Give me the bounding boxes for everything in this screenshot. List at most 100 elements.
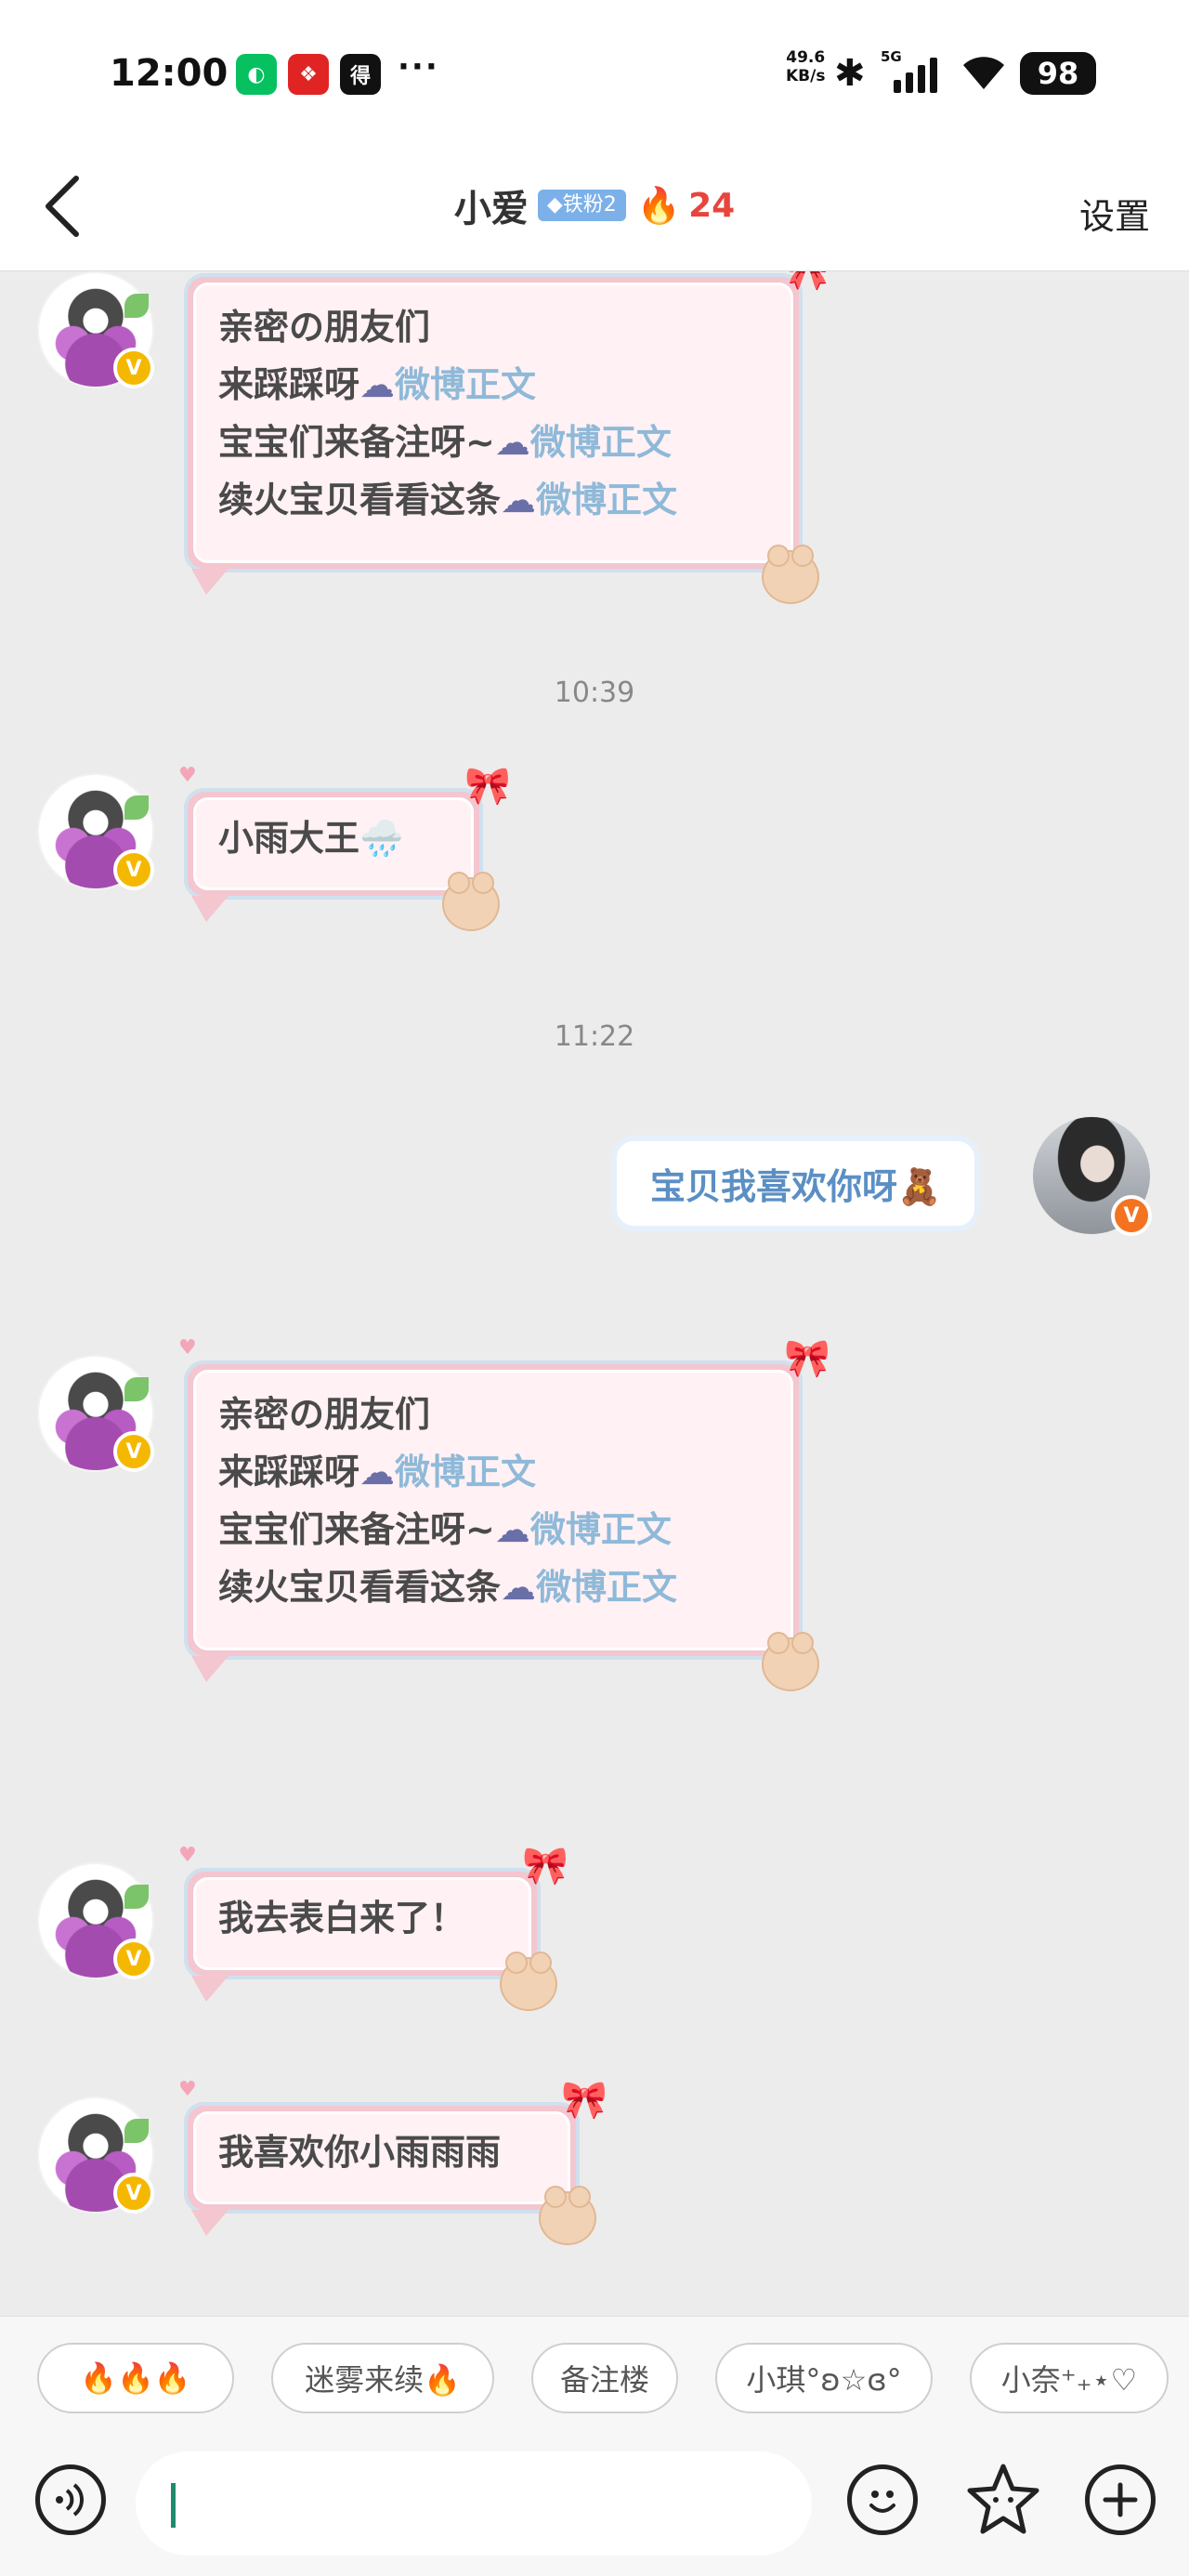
message-text: 来踩踩呀 <box>218 364 360 405</box>
cloud-icon: ☁ <box>494 1509 530 1550</box>
message-bubble[interactable]: 小雨大王🌧️ ♥ 🎀 <box>178 764 511 931</box>
verified-badge: V <box>113 348 154 388</box>
message-bubble[interactable]: 我去表白来了！ ♥ 🎀 <box>178 1844 568 2011</box>
chat-message-list[interactable]: V 亲密の朋友们 来踩踩呀☁微博正文 宝宝们来备注呀~☁微博正文 续火宝贝看看这… <box>0 271 1189 2316</box>
bear-decoration <box>762 545 819 604</box>
text-caret <box>171 2483 176 2528</box>
weibo-post-link[interactable]: 微博正文 <box>536 1567 677 1608</box>
message-bubble[interactable]: 亲密の朋友们 来踩踩呀☁微博正文 宝宝们来备注呀~☁微博正文 续火宝贝看看这条☁… <box>178 1336 830 1691</box>
message-line: 来踩踩呀☁微博正文 <box>218 1443 768 1501</box>
weibo-post-link[interactable]: 微博正文 <box>395 1452 536 1492</box>
signal-icon <box>894 56 937 93</box>
contact-name: 小爱 <box>453 188 529 230</box>
wechat-icon: ◐ <box>236 54 277 95</box>
message-line: 宝贝我喜欢你呀🧸 <box>650 1158 941 1209</box>
bear-decoration <box>442 872 500 931</box>
message-input[interactable] <box>136 2451 812 2556</box>
contact-avatar[interactable]: V <box>37 773 154 890</box>
cloud-icon: ☁ <box>359 364 396 405</box>
message-line: 宝宝们来备注呀~☁微博正文 <box>218 414 768 471</box>
my-avatar[interactable]: V <box>1033 1117 1152 1236</box>
weibo-post-link[interactable]: 微博正文 <box>530 1509 672 1550</box>
quick-reply-chip[interactable]: 备注楼 <box>531 2343 678 2413</box>
leaf-decoration <box>124 795 149 820</box>
bow-decoration: 🎀 <box>561 2079 608 2122</box>
cloud-icon: ☁ <box>494 422 530 463</box>
weibo-post-link[interactable]: 微博正文 <box>536 480 677 520</box>
quick-reply-chip[interactable]: 🔥🔥🔥 <box>37 2343 234 2413</box>
weibo-post-link[interactable]: 微博正文 <box>530 422 672 463</box>
bluetooth-icon: ✱ <box>834 52 866 95</box>
quick-reply-chip[interactable]: 迷雾来续🔥 <box>271 2343 494 2413</box>
contact-avatar[interactable]: V <box>37 271 154 388</box>
net-speed-unit: KB/s <box>786 67 826 85</box>
leaf-decoration <box>124 1377 149 1401</box>
message-bubble[interactable]: 我喜欢你小雨雨雨 ♥ 🎀 <box>178 2078 608 2245</box>
verified-badge: V <box>113 1431 154 1472</box>
my-message-bubble[interactable]: 宝贝我喜欢你呀🧸 <box>617 1141 975 1226</box>
message-line: 续火宝贝看看这条☁微博正文 <box>218 471 768 529</box>
star-icon[interactable] <box>964 2461 1042 2539</box>
bear-decoration <box>762 1632 819 1691</box>
weibo-post-link[interactable]: 微博正文 <box>395 364 536 405</box>
verified-badge: V <box>113 849 154 890</box>
bear-decoration <box>539 2186 596 2245</box>
red-app-icon: ❖ <box>288 54 329 95</box>
message-text: 宝宝们来备注呀~ <box>218 1509 495 1550</box>
quick-reply-chip[interactable]: 小奈⁺₊⋆♡ <box>970 2343 1169 2413</box>
message-text: 亲密の朋友们 <box>218 307 431 348</box>
voice-waves-icon <box>56 2483 84 2517</box>
message-timestamp: 10:39 <box>554 677 635 709</box>
wifi-icon <box>963 57 1004 89</box>
heart-decoration: ♥ <box>178 1844 197 1867</box>
chat-title[interactable]: 小爱 ◆铁粉2 🔥 24 <box>0 178 1189 232</box>
message-text: 亲密の朋友们 <box>218 1394 431 1435</box>
verified-badge: V <box>1111 1195 1152 1236</box>
voice-icon[interactable] <box>35 2464 106 2535</box>
bubble-tail <box>191 896 229 922</box>
net-speed-value: 49.6 <box>786 48 826 67</box>
bubble-tail <box>191 1656 229 1682</box>
message-text: 宝宝们来备注呀~ <box>218 422 495 463</box>
smile-face-icon <box>869 2491 895 2513</box>
contact-avatar[interactable]: V <box>37 1355 154 1472</box>
message-line: 亲密の朋友们 <box>218 1386 768 1443</box>
bubble-tail <box>191 2210 229 2236</box>
message-text: 续火宝贝看看这条 <box>218 1567 502 1608</box>
message-bubble[interactable]: 亲密の朋友们 来踩踩呀☁微博正文 宝宝们来备注呀~☁微博正文 续火宝贝看看这条☁… <box>184 271 830 604</box>
status-time: 12:00 <box>110 52 229 95</box>
message-line: 我去表白来了！ <box>218 1889 506 1947</box>
net-speed: 49.6 KB/s <box>786 48 825 85</box>
bow-decoration: 🎀 <box>784 271 830 293</box>
contact-avatar[interactable]: V <box>37 2096 154 2214</box>
message-text: 我喜欢你小雨雨雨 <box>218 2132 502 2173</box>
message-text: 我去表白来了！ <box>218 1898 466 1939</box>
message-text: 宝贝我喜欢你呀 <box>650 1166 898 1207</box>
quick-reply-chip[interactable]: 小琪°ʚ☆ɞ° <box>715 2343 933 2413</box>
news-app-icon: 得 <box>340 54 381 95</box>
fire-icon: 🔥 <box>636 184 682 226</box>
message-line: 亲密の朋友们 <box>218 298 768 356</box>
message-text: 小雨大王 <box>218 818 360 859</box>
leaf-decoration <box>124 294 149 318</box>
message-line: 我喜欢你小雨雨雨 <box>218 2123 545 2181</box>
heart-decoration: ♥ <box>178 764 197 787</box>
fan-level-badge: ◆铁粉2 <box>537 190 626 221</box>
verified-badge: V <box>113 1939 154 1979</box>
message-text: 来踩踩呀 <box>218 1452 360 1492</box>
bow-decoration: 🎀 <box>784 1337 830 1380</box>
leaf-decoration <box>124 1885 149 1909</box>
verified-badge: V <box>113 2173 154 2214</box>
message-input-bar <box>0 2431 1189 2576</box>
settings-button[interactable]: 设置 <box>1079 188 1150 239</box>
bow-decoration: 🎀 <box>522 1845 568 1887</box>
quick-reply-bar: 🔥🔥🔥 迷雾来续🔥 备注楼 小琪°ʚ☆ɞ° 小奈⁺₊⋆♡ <box>0 2316 1189 2431</box>
cloud-icon: ☁ <box>501 1567 537 1608</box>
smile-icon[interactable] <box>847 2464 918 2535</box>
leaf-decoration <box>124 2119 149 2143</box>
plus-icon[interactable] <box>1085 2464 1156 2535</box>
sticker-icon: 🧸 <box>897 1166 942 1207</box>
message-timestamp: 11:22 <box>554 1020 635 1053</box>
heart-decoration: ♥ <box>178 1336 197 1360</box>
contact-avatar[interactable]: V <box>37 1862 154 1979</box>
